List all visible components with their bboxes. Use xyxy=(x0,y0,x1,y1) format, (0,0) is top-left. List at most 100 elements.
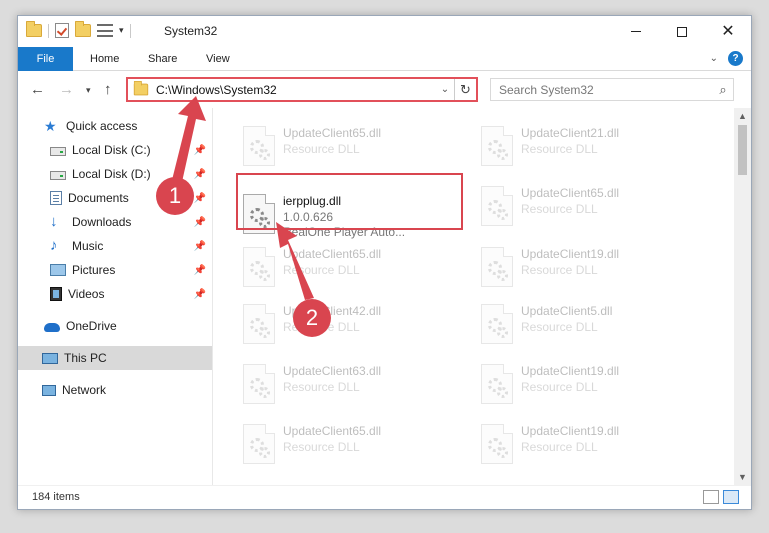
file-name: UpdateClient65.dll xyxy=(283,424,382,438)
dll-file-icon xyxy=(481,186,513,226)
dll-file-icon xyxy=(481,304,513,344)
pin-icon[interactable]: 📌 xyxy=(194,241,206,252)
sidebar-item-downloads[interactable]: ↓ Downloads 📌 xyxy=(18,210,212,234)
view-toggle-group xyxy=(703,490,739,504)
new-folder-icon[interactable] xyxy=(75,21,91,37)
file-item[interactable]: UpdateClient19.dll Resource DLL xyxy=(476,360,706,408)
pin-icon[interactable]: 📌 xyxy=(194,217,206,228)
file-type: Resource DLL xyxy=(521,142,598,156)
step-2-badge: 2 xyxy=(293,299,331,337)
back-arrow-icon[interactable]: ← xyxy=(30,81,45,98)
file-item[interactable]: UpdateClient21.dll Resource DLL xyxy=(476,122,706,170)
maximize-icon xyxy=(677,26,687,37)
close-icon: ✕ xyxy=(721,22,735,40)
scrollbar-thumb[interactable] xyxy=(738,125,747,175)
downloads-icon: ↓ xyxy=(50,213,58,230)
up-arrow-icon[interactable]: ↑ xyxy=(104,81,112,98)
recent-locations-chevron-icon[interactable]: ▾ xyxy=(86,85,91,96)
window-controls: ✕ xyxy=(613,16,751,47)
file-name: UpdateClient19.dll xyxy=(521,247,620,261)
status-bar: 184 items xyxy=(18,485,751,509)
search-box[interactable]: Search System32 ⌕ xyxy=(490,78,734,101)
properties-icon[interactable] xyxy=(97,24,113,37)
pin-icon[interactable]: 📌 xyxy=(194,169,206,180)
disk-icon xyxy=(50,147,66,156)
step-1-badge: 1 xyxy=(156,177,194,215)
file-item[interactable]: UpdateClient65.dll Resource DLL xyxy=(238,420,468,468)
sidebar-item-this-pc[interactable]: This PC xyxy=(18,346,212,370)
disk-icon xyxy=(50,171,66,180)
file-type: Resource DLL xyxy=(521,202,598,216)
minimize-button[interactable] xyxy=(613,16,659,47)
pin-icon[interactable]: 📌 xyxy=(194,265,206,276)
properties-check-icon[interactable] xyxy=(55,23,69,38)
vertical-scrollbar[interactable]: ▲ ▼ xyxy=(734,108,751,486)
forward-arrow-icon[interactable]: → xyxy=(59,81,74,98)
file-name: UpdateClient5.dll xyxy=(521,304,613,318)
address-dropdown-chevron-icon[interactable]: ⌄ xyxy=(436,84,454,95)
file-item[interactable]: UpdateClient42.dll Resource DLL xyxy=(238,300,468,348)
file-name: UpdateClient65.dll xyxy=(521,186,620,200)
sidebar-item-music[interactable]: ♪ Music 📌 xyxy=(18,234,212,258)
close-button[interactable]: ✕ xyxy=(705,16,751,47)
address-bar[interactable]: C:\Windows\System32 ⌄ ↻ xyxy=(126,77,478,102)
window-title: System32 xyxy=(164,24,218,38)
dll-file-icon xyxy=(481,126,513,166)
videos-icon xyxy=(50,287,62,301)
onedrive-icon xyxy=(44,323,60,332)
scroll-down-arrow-icon[interactable]: ▼ xyxy=(734,469,751,486)
scroll-up-arrow-icon[interactable]: ▲ xyxy=(734,108,751,125)
sidebar-item-onedrive[interactable]: OneDrive xyxy=(18,314,212,338)
sidebar-item-label: Pictures xyxy=(72,263,116,277)
expand-ribbon-chevron-icon[interactable]: ⌄ xyxy=(710,53,718,64)
item-count: 184 items xyxy=(32,491,80,503)
dll-file-icon xyxy=(243,364,275,404)
dll-file-icon xyxy=(243,424,275,464)
file-item[interactable]: UpdateClient19.dll Resource DLL xyxy=(476,420,706,468)
minimize-icon xyxy=(631,31,641,32)
sidebar-item-label: Music xyxy=(72,239,104,253)
sidebar-item-label: Local Disk (C:) xyxy=(72,143,151,157)
tab-home[interactable]: Home xyxy=(78,47,131,71)
file-item[interactable]: UpdateClient63.dll Resource DLL xyxy=(238,360,468,408)
file-name: UpdateClient19.dll xyxy=(521,424,620,438)
file-item[interactable]: UpdateClient5.dll Resource DLL xyxy=(476,300,706,348)
refresh-icon[interactable]: ↻ xyxy=(454,79,476,100)
sidebar-item-label: OneDrive xyxy=(66,319,117,333)
sidebar-item-quick-access[interactable]: ★ Quick access xyxy=(18,114,212,138)
sidebar-item-videos[interactable]: Videos 📌 xyxy=(18,282,212,306)
music-icon: ♪ xyxy=(50,237,58,254)
sidebar-item-local-disk-c[interactable]: Local Disk (C:) 📌 xyxy=(18,138,212,162)
sidebar-item-network[interactable]: Network xyxy=(18,378,212,402)
details-view-icon[interactable] xyxy=(703,490,719,504)
file-type: Resource DLL xyxy=(283,380,360,394)
search-input[interactable]: Search System32 xyxy=(499,83,713,97)
help-icon[interactable]: ? xyxy=(728,51,743,66)
file-highlight-box xyxy=(236,173,463,230)
folder-icon xyxy=(133,80,149,96)
pin-icon[interactable]: 📌 xyxy=(194,289,206,300)
file-name: UpdateClient65.dll xyxy=(283,126,382,140)
maximize-button[interactable] xyxy=(659,16,705,47)
star-icon: ★ xyxy=(44,118,57,134)
large-icons-view-icon[interactable] xyxy=(723,490,739,504)
customize-toolbar-chevron-icon[interactable]: ▾ xyxy=(119,25,124,36)
sidebar-item-label: Network xyxy=(62,383,107,397)
tab-file[interactable]: File xyxy=(18,47,73,71)
sidebar-item-pictures[interactable]: Pictures 📌 xyxy=(18,258,212,282)
tab-share[interactable]: Share xyxy=(136,47,189,71)
pin-icon[interactable]: 📌 xyxy=(194,193,206,204)
address-path[interactable]: C:\Windows\System32 xyxy=(156,83,436,97)
search-icon[interactable]: ⌕ xyxy=(713,82,733,98)
file-item[interactable]: UpdateClient65.dll Resource DLL xyxy=(238,122,468,170)
file-type: Resource DLL xyxy=(521,263,598,277)
file-item[interactable]: UpdateClient65.dll Resource DLL xyxy=(238,243,468,291)
file-item[interactable]: UpdateClient19.dll Resource DLL xyxy=(476,243,706,291)
sidebar-item-label: Quick access xyxy=(66,119,138,133)
pane-divider[interactable] xyxy=(212,108,213,486)
file-item[interactable]: UpdateClient65.dll Resource DLL xyxy=(476,182,706,230)
tab-view[interactable]: View xyxy=(194,47,242,71)
file-type: Resource DLL xyxy=(521,320,598,334)
sidebar-item-label: This PC xyxy=(64,351,107,365)
pin-icon[interactable]: 📌 xyxy=(194,145,206,156)
